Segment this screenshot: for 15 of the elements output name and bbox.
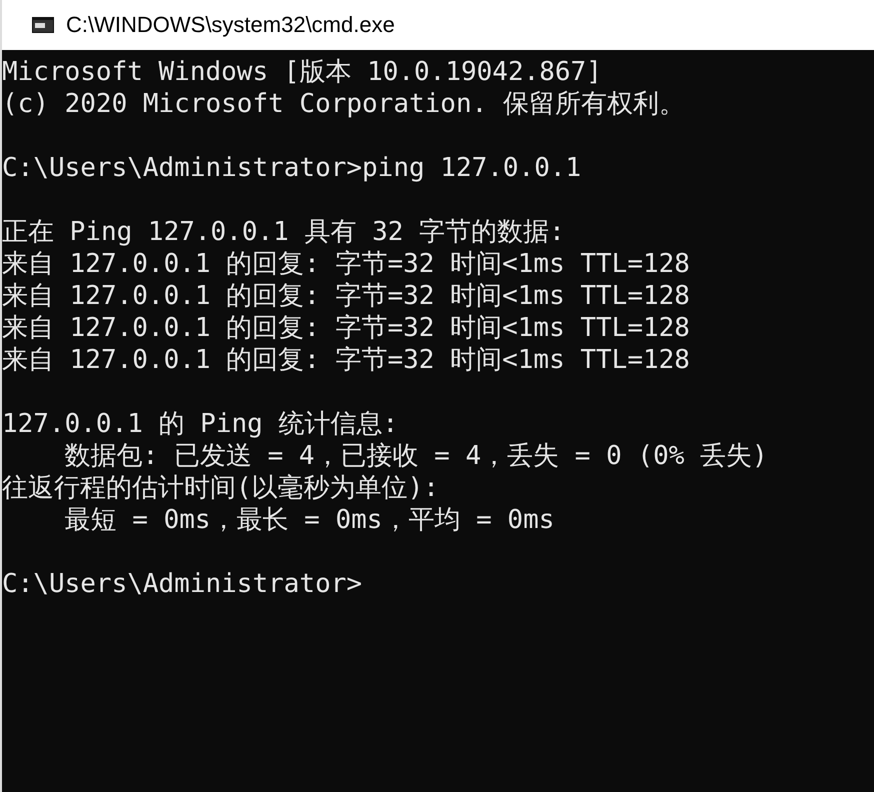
console-line: 来自 127.0.0.1 的回复: 字节=32 时间<1ms TTL=128 [2,280,690,312]
console-line: 来自 127.0.0.1 的回复: 字节=32 时间<1ms TTL=128 [2,248,690,280]
console-line: 最短 = 0ms，最长 = 0ms，平均 = 0ms [64,504,554,536]
console-line: 来自 127.0.0.1 的回复: 字节=32 时间<1ms TTL=128 [2,312,690,344]
window-title: C:\WINDOWS\system32\cmd.exe [66,12,395,38]
console-line: 数据包: 已发送 = 4，已接收 = 4，丢失 = 0 (0% 丢失) [64,440,768,472]
console-line: (c) 2020 Microsoft Corporation. 保留所有权利。 [2,88,685,120]
console-line: 往返行程的估计时间(以毫秒为单位): [2,472,439,504]
console-line: 127.0.0.1 的 Ping 统计信息: [2,408,398,440]
console-line: 来自 127.0.0.1 的回复: 字节=32 时间<1ms TTL=128 [2,344,690,376]
console-icon [32,17,54,33]
console-line: C:\Users\Administrator> [2,568,362,600]
console-line: C:\Users\Administrator>ping 127.0.0.1 [2,152,582,184]
console-line: Microsoft Windows [版本 10.0.19042.867] [2,56,602,88]
console-line: 正在 Ping 127.0.0.1 具有 32 字节的数据: [2,216,565,248]
